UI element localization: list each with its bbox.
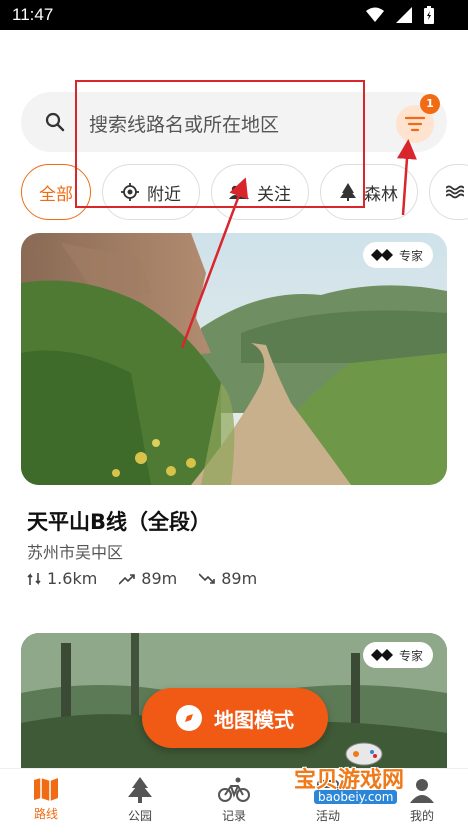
signal-icon bbox=[396, 7, 412, 23]
chip-label: 森林 bbox=[364, 184, 398, 205]
status-time: 11:47 bbox=[12, 5, 54, 24]
descent-value: 89m bbox=[221, 569, 258, 588]
tab-label: 记录 bbox=[221, 809, 246, 823]
watermark-url: baobeiy.com bbox=[314, 790, 398, 804]
distance-stat: 1.6km bbox=[27, 569, 97, 588]
site-watermark: 宝贝游戏网 baobeiy.com bbox=[292, 740, 442, 806]
route-title[interactable]: 天平山B线（全段） bbox=[27, 506, 211, 536]
battery-icon bbox=[424, 6, 434, 24]
expert-badge-label: 专家 bbox=[398, 248, 423, 263]
tab-label: 活动 bbox=[315, 809, 340, 823]
ascent-value: 89m bbox=[141, 569, 178, 588]
chip-water[interactable] bbox=[429, 164, 468, 220]
distance-icon bbox=[27, 572, 41, 585]
bicycle-icon bbox=[218, 777, 250, 802]
tree-icon bbox=[128, 777, 152, 803]
expert-badge: 专家 bbox=[362, 242, 433, 268]
ascent-stat: 89m bbox=[119, 569, 177, 588]
tab-label: 路线 bbox=[33, 807, 58, 821]
expert-badge-label: 专家 bbox=[398, 648, 423, 663]
route-stats: 1.6km 89m 89m bbox=[27, 569, 257, 588]
tab-parks[interactable]: 公园 bbox=[100, 777, 180, 824]
water-waves-icon bbox=[446, 185, 464, 199]
tab-label: 我的 bbox=[409, 809, 434, 823]
status-bar: 11:47 bbox=[0, 0, 468, 30]
wifi-icon bbox=[366, 7, 384, 22]
distance-value: 1.6km bbox=[47, 569, 98, 588]
chip-label: 全部 bbox=[39, 184, 73, 205]
tab-label: 公园 bbox=[127, 809, 152, 823]
expert-badge: 专家 bbox=[362, 642, 433, 668]
descent-icon bbox=[199, 572, 216, 584]
tab-records[interactable]: 记录 bbox=[194, 777, 274, 824]
status-icons bbox=[366, 6, 434, 24]
mountain-trail-photo bbox=[21, 233, 447, 485]
ascent-icon bbox=[119, 573, 136, 585]
route-location: 苏州市吴中区 bbox=[27, 543, 124, 562]
diamond-icon bbox=[370, 249, 393, 261]
route-card-image[interactable]: 专家 bbox=[21, 233, 447, 485]
filter-icon bbox=[405, 116, 425, 132]
map-icon bbox=[34, 778, 58, 801]
search-icon bbox=[45, 112, 65, 132]
diamond-icon bbox=[370, 649, 393, 661]
descent-stat: 89m bbox=[199, 569, 257, 588]
compass-icon bbox=[176, 705, 202, 731]
map-mode-label: 地图模式 bbox=[214, 707, 294, 732]
map-mode-button[interactable]: 地图模式 bbox=[142, 688, 328, 748]
filter-count-badge: 1 bbox=[420, 94, 440, 114]
annotation-box bbox=[75, 80, 365, 208]
tab-routes[interactable]: 路线 bbox=[6, 777, 86, 822]
